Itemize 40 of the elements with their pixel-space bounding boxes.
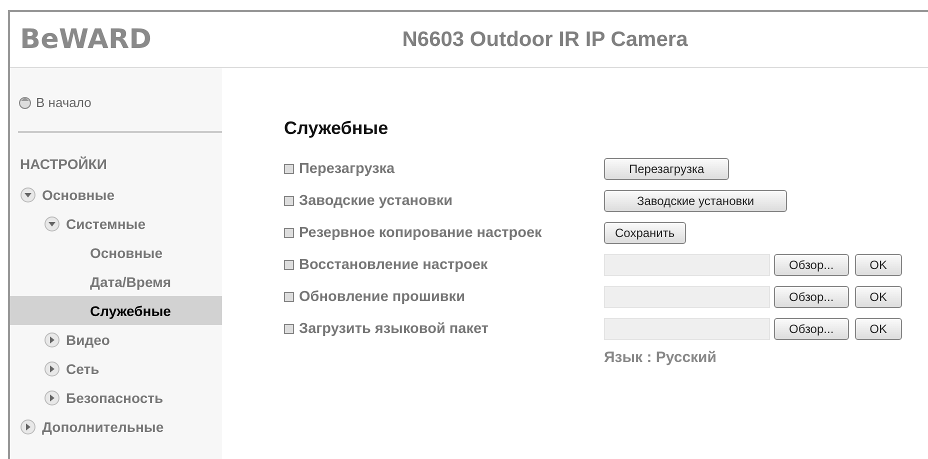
square-bullet-icon — [284, 196, 294, 206]
square-bullet-icon — [284, 228, 294, 238]
menu-item[interactable]: Видео — [10, 325, 222, 354]
action-button[interactable]: Заводские установки — [604, 190, 788, 212]
menu-item[interactable]: Сеть — [10, 354, 222, 383]
ok-button[interactable]: OK — [854, 254, 902, 276]
logo: BeWARD — [19, 24, 153, 55]
menu-item[interactable]: Служебные — [10, 296, 222, 325]
file-field[interactable] — [604, 286, 770, 308]
setting-label: Загрузить языковой пакет — [299, 321, 488, 337]
browse-button[interactable]: Обзор... — [774, 254, 849, 276]
square-bullet-icon — [284, 292, 294, 302]
square-bullet-icon — [284, 324, 294, 334]
home-icon — [18, 95, 32, 109]
file-field[interactable] — [604, 318, 770, 340]
menu-item[interactable]: Дата/Время — [10, 267, 222, 296]
section-heading: НАСТРОЙКИ — [20, 156, 108, 172]
action-button[interactable]: Сохранить — [604, 222, 686, 244]
menu-item[interactable]: Безопасность — [10, 383, 222, 412]
browse-button[interactable]: Обзор... — [774, 286, 849, 308]
ok-button[interactable]: OK — [854, 286, 902, 308]
setting-label: Перезагрузка — [299, 161, 395, 177]
language-text: Язык : Русский — [604, 349, 718, 366]
square-bullet-icon — [284, 164, 294, 174]
menu-item[interactable]: Дополнительные — [10, 412, 222, 441]
square-bullet-icon — [284, 260, 294, 270]
setting-label: Резервное копирование настроек — [299, 225, 542, 241]
file-field[interactable] — [604, 254, 770, 276]
menu-item[interactable]: Основные — [10, 238, 222, 267]
section-title: Служебные — [284, 118, 390, 139]
home-link[interactable]: В начало — [18, 92, 222, 112]
setting-label: Восстановление настроек — [299, 257, 488, 273]
setting-label: Обновление прошивки — [299, 289, 465, 305]
page-title: N6603 Outdoor IR IP Camera — [401, 28, 689, 52]
menu-item[interactable]: Системные — [10, 209, 222, 238]
action-button[interactable]: Перезагрузка — [604, 158, 730, 180]
browse-button[interactable]: Обзор... — [774, 318, 849, 340]
setting-label: Заводские установки — [299, 193, 453, 209]
ok-button[interactable]: OK — [854, 318, 902, 340]
menu-item[interactable]: Основные — [10, 180, 222, 209]
